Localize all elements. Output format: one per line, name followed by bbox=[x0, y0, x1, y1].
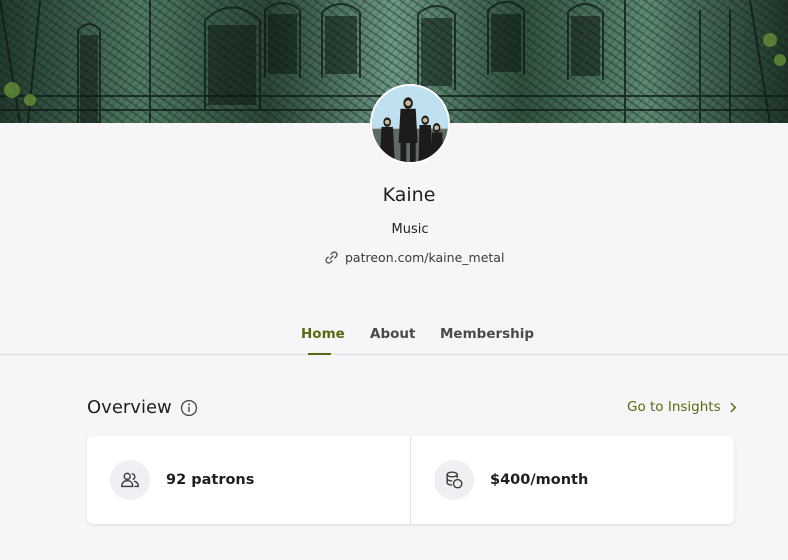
coins-icon bbox=[446, 471, 463, 489]
tab-membership[interactable]: Membership bbox=[440, 326, 534, 342]
patron-count: 92 patrons bbox=[166, 472, 255, 488]
go-to-insights-link[interactable]: Go to Insights bbox=[627, 399, 738, 415]
chevron-right-icon bbox=[730, 402, 736, 412]
profile-tabs: Home About Membership bbox=[0, 322, 788, 355]
stat-patrons[interactable]: 92 patrons bbox=[87, 436, 410, 524]
overview-title: Overview bbox=[87, 397, 172, 418]
creator-link-text: patreon.com/kaine_metal bbox=[345, 249, 505, 265]
patrons-icon bbox=[121, 472, 139, 488]
creator-name: Kaine bbox=[382, 184, 436, 206]
creator-page: Kaine Music patreon.com/kaine_metal Home… bbox=[0, 0, 788, 560]
stat-monthly-income[interactable]: $400/month bbox=[410, 436, 734, 524]
overview-heading: Overview bbox=[87, 397, 198, 418]
coins-icon-badge bbox=[434, 460, 474, 500]
band-photo-image bbox=[372, 86, 448, 162]
patrons-icon-badge bbox=[110, 460, 150, 500]
link-icon bbox=[325, 250, 338, 264]
info-icon[interactable] bbox=[180, 399, 198, 417]
overview-stats-card: 92 patrons $400/month bbox=[87, 436, 734, 524]
tab-about[interactable]: About bbox=[370, 326, 415, 342]
active-tab-indicator bbox=[308, 353, 331, 355]
monthly-income: $400/month bbox=[490, 472, 589, 488]
insights-link-text: Go to Insights bbox=[627, 399, 721, 415]
creator-page-link[interactable]: patreon.com/kaine_metal bbox=[324, 248, 504, 266]
creator-avatar[interactable] bbox=[370, 84, 450, 164]
creator-category: Music bbox=[391, 222, 429, 237]
tab-home[interactable]: Home bbox=[301, 326, 345, 342]
